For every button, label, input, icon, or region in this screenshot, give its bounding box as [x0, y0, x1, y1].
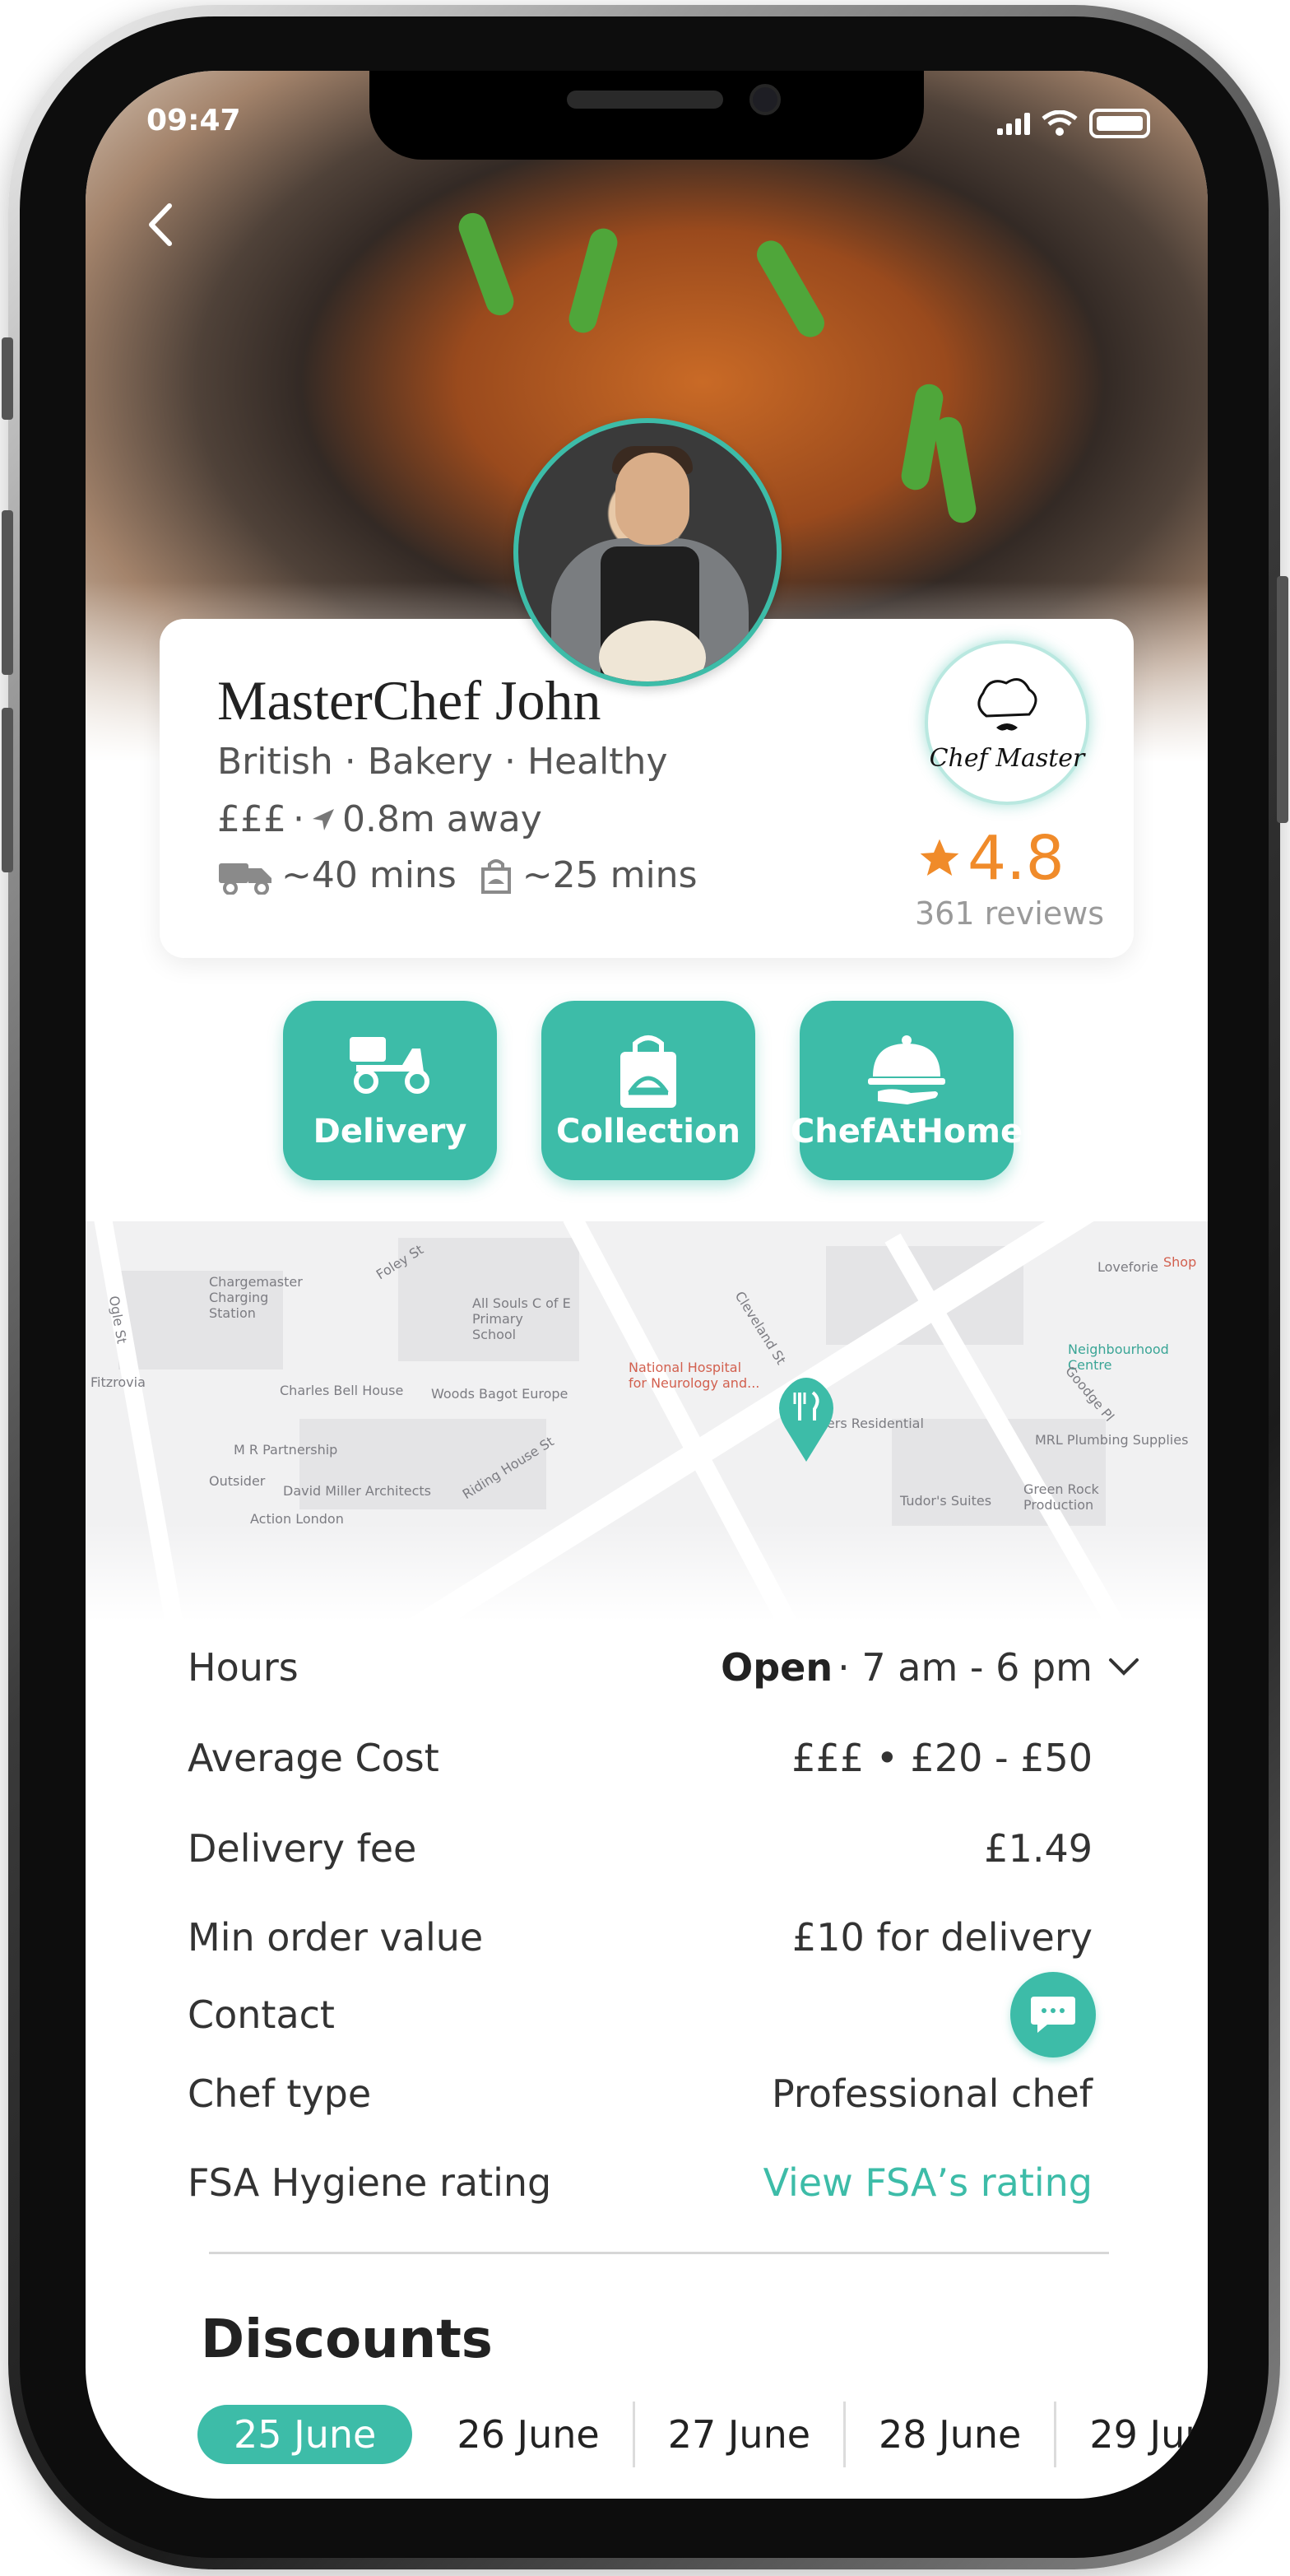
map-label: All Souls C of E Primary School [472, 1295, 571, 1342]
chat-bubble-icon [1031, 1997, 1075, 2033]
wifi-icon [1042, 110, 1078, 136]
chef-name: MasterChef John [217, 669, 601, 732]
date-tab[interactable]: 25 June [197, 2405, 413, 2464]
hours-value: Open · 7 am - 6 pm [721, 1645, 1142, 1690]
signal-icon [997, 112, 1030, 135]
discounts-title: Discounts [201, 2309, 493, 2370]
average-cost-value: £££ • £20 - £50 [791, 1736, 1093, 1780]
battery-icon [1089, 109, 1150, 138]
location-map[interactable]: Chargemaster Charging Station Foley St A… [86, 1221, 1208, 1621]
min-order-row: Min order value £10 for delivery [188, 1913, 1093, 1962]
map-label: Woods Bagot Europe [431, 1386, 568, 1402]
chef-hat-icon [977, 677, 1037, 731]
chef-at-home-button[interactable]: ChefAtHome [791, 1001, 1023, 1180]
chef-at-home-label: ChefAtHome [790, 1113, 1023, 1151]
min-order-value: £10 for delivery [791, 1915, 1093, 1960]
status-icons [997, 109, 1150, 138]
collection-button[interactable]: Collection [541, 1001, 755, 1180]
chevron-down-icon[interactable] [1106, 1655, 1142, 1680]
chef-type-row: Chef type Professional chef [188, 2069, 1093, 2118]
delivery-time: ~40 mins [281, 854, 457, 896]
map-label: Charles Bell House [280, 1383, 404, 1398]
hours-label: Hours [188, 1645, 299, 1690]
delivery-label: Delivery [313, 1113, 467, 1151]
chat-button[interactable] [1010, 1972, 1096, 2058]
map-label: Cleveland St [731, 1288, 790, 1368]
average-cost-label: Average Cost [188, 1736, 439, 1780]
map-label: Loveforie [1097, 1259, 1159, 1275]
back-arrow-icon[interactable] [133, 196, 191, 253]
map-label: Outsider [209, 1473, 266, 1489]
min-order-label: Min order value [188, 1915, 484, 1960]
map-label: MRL Plumbing Supplies [1035, 1432, 1189, 1448]
chef-logo: Chef Master [925, 640, 1089, 805]
rating: 4.8 [916, 823, 1065, 894]
discount-date-tabs: 25 June 26 June 27 June 28 June 29 June [197, 2402, 1208, 2467]
date-tab[interactable]: 26 June [424, 2402, 635, 2467]
price-distance: £££ · 0.8m away [217, 798, 542, 840]
volume-down-button [2, 708, 13, 872]
chef-logo-text: Chef Master [929, 743, 1085, 773]
fsa-label: FSA Hygiene rating [188, 2160, 552, 2205]
hours-row[interactable]: Hours Open · 7 am - 6 pm [188, 1643, 1142, 1692]
delivery-button[interactable]: Delivery [283, 1001, 497, 1180]
date-tab[interactable]: 29 June [1056, 2402, 1208, 2467]
cloche-icon [868, 1035, 945, 1104]
map-label: Green Rock Production [1023, 1481, 1099, 1513]
mute-switch [2, 337, 13, 420]
delivery-fee-row: Delivery fee £1.49 [188, 1824, 1093, 1873]
section-divider [209, 2252, 1109, 2254]
map-label: David Miller Architects [283, 1483, 432, 1499]
chef-type-label: Chef type [188, 2071, 372, 2116]
price-level: £££ [217, 798, 286, 840]
volume-up-button [2, 510, 13, 675]
map-label: Tudor's Suites [900, 1493, 992, 1509]
location-arrow-icon [312, 808, 334, 830]
map-label: Chargemaster Charging Station [209, 1274, 303, 1321]
chef-cuisines: British · Bakery · Healthy [217, 741, 668, 783]
map-label: Neighbourhood Centre [1068, 1341, 1169, 1373]
opening-hours: · 7 am - 6 pm [838, 1645, 1093, 1690]
bag-icon [620, 1035, 676, 1108]
map-pin-icon[interactable] [773, 1374, 839, 1465]
contact-row: Contact [188, 1972, 1096, 2058]
collection-time: ~25 mins [522, 854, 698, 896]
map-label: Action London [250, 1511, 344, 1527]
map-label: National Hospital for Neurology and... [629, 1360, 760, 1391]
delivery-times: ~40 mins ~25 mins [217, 854, 698, 896]
contact-label: Contact [188, 1992, 335, 2037]
scooter-icon [350, 1037, 429, 1094]
collection-label: Collection [556, 1113, 740, 1151]
star-icon [920, 839, 959, 876]
phone-notch [369, 71, 924, 160]
delivery-fee-label: Delivery fee [188, 1826, 417, 1871]
average-cost-row: Average Cost £££ • £20 - £50 [188, 1733, 1093, 1783]
map-label: Shop [1163, 1254, 1197, 1270]
map-label: M R Partnership [234, 1442, 338, 1458]
review-count[interactable]: 361 reviews [915, 895, 1104, 932]
app-screen: 09:47 MasterChef John British · Bakery ·… [86, 71, 1208, 2499]
fsa-rating-row: FSA Hygiene rating View FSA’s rating [188, 2158, 1093, 2207]
view-fsa-rating-link[interactable]: View FSA’s rating [763, 2160, 1093, 2205]
collection-bag-icon [480, 858, 511, 894]
chef-type-value: Professional chef [771, 2071, 1093, 2116]
delivery-truck-icon [219, 863, 271, 895]
open-status: Open [721, 1645, 833, 1690]
chef-avatar [513, 418, 782, 686]
map-label: Fitzrovia [90, 1374, 146, 1390]
date-tab[interactable]: 27 June [635, 2402, 847, 2467]
power-button [1277, 576, 1288, 823]
rating-value: 4.8 [968, 823, 1065, 894]
date-tab[interactable]: 28 June [846, 2402, 1057, 2467]
distance: 0.8m away [341, 798, 542, 840]
status-time: 09:47 [146, 104, 241, 137]
delivery-fee-value: £1.49 [984, 1826, 1093, 1871]
